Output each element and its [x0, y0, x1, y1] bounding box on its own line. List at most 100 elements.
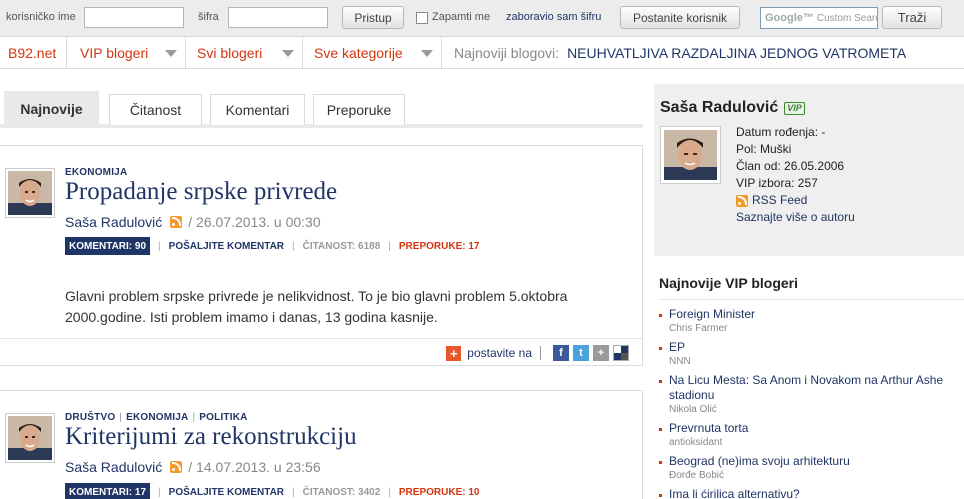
portrait-image: [664, 130, 717, 180]
blog-author[interactable]: Nikola Olić: [669, 403, 959, 417]
chevron-down-icon[interactable]: [421, 50, 433, 57]
author-name: Saša Radulović VIP: [660, 99, 805, 117]
rss-icon[interactable]: [170, 461, 183, 473]
username-label: korisničko ime: [6, 11, 76, 23]
blog-post: EKONOMIJA Propadanje srpske privrede Saš…: [0, 145, 643, 366]
twitter-icon[interactable]: t: [573, 345, 589, 361]
share-label: postavite na: [467, 346, 532, 360]
vip-bloggers-title: Najnovije VIP blogeri: [659, 275, 799, 291]
recommend-count[interactable]: PREPORUKE: 17: [399, 241, 480, 252]
category-link[interactable]: EKONOMIJA: [126, 412, 188, 423]
birth-date: Datum rođenja: -: [736, 125, 826, 139]
nav-item-svi-blogeri[interactable]: Svi blogeri: [186, 37, 303, 69]
username-input[interactable]: [84, 7, 184, 28]
category-link[interactable]: EKONOMIJA: [65, 167, 127, 178]
nav-item-label: Sve kategorije: [314, 45, 403, 61]
send-comment-link[interactable]: POŠALJITE KOMENTAR: [169, 487, 284, 498]
blog-title-link[interactable]: Foreign Minister: [669, 307, 959, 322]
rss-feed-link[interactable]: RSS Feed: [736, 192, 855, 209]
comments-count[interactable]: KOMENTARI: 90: [65, 237, 151, 255]
reads-count: ČITANOST: 6188: [302, 240, 381, 252]
chevron-down-icon[interactable]: [165, 50, 177, 57]
category-link[interactable]: POLITIKA: [199, 412, 247, 423]
post-date: / 26.07.2013. u 00:30: [188, 214, 321, 230]
search-placeholder: Custom Search: [816, 12, 877, 24]
register-button[interactable]: Postanite korisnik: [620, 6, 740, 29]
nav-item-b92[interactable]: B92.net: [0, 37, 67, 69]
recommend-count[interactable]: PREPORUKE: 10: [399, 487, 480, 498]
nav-item-sve-kategorije[interactable]: Sve kategorije: [303, 37, 442, 69]
about-author-link[interactable]: Saznajte više o autoru: [736, 210, 855, 224]
member-since: Član od: 26.05.2006: [736, 159, 845, 173]
post-date: / 14.07.2013. u 23:56: [188, 459, 321, 475]
login-bar: korisničko ime šifra Pristup Zapamti me …: [0, 0, 964, 37]
login-button[interactable]: Pristup: [342, 6, 404, 29]
rss-icon[interactable]: [170, 216, 183, 228]
post-title[interactable]: Kriterijumi za rekonstrukciju: [65, 423, 357, 451]
search-button[interactable]: Traži: [882, 6, 942, 29]
author-name-text[interactable]: Saša Radulović: [660, 99, 778, 117]
tab-najnovije[interactable]: Najnovije: [4, 91, 99, 125]
rss-icon: [736, 194, 748, 207]
password-label: šifra: [198, 11, 219, 23]
nav-item-label: VIP blogeri: [80, 45, 149, 61]
blog-title-link[interactable]: Na Licu Mesta: Sa Anom i Novakom na Arth…: [669, 373, 959, 403]
search-input[interactable]: Google™ Custom Search: [760, 7, 878, 29]
author-link[interactable]: Saša Radulović: [65, 214, 162, 230]
blog-author[interactable]: Đorđe Bobić: [669, 469, 959, 483]
latest-blogs-label: Najnoviji blogovi:: [454, 45, 560, 61]
blog-author[interactable]: NNN: [669, 355, 959, 369]
blog-author[interactable]: antioksidant: [669, 436, 959, 450]
author-avatar[interactable]: [5, 413, 55, 463]
post-excerpt: Glavni problem srpske privrede je nelikv…: [65, 288, 568, 325]
blog-title-link[interactable]: Prevrnuta torta: [669, 421, 959, 436]
list-item: EP NNN: [659, 340, 959, 369]
tab-citanost[interactable]: Čitanost: [109, 94, 202, 125]
rss-feed-label[interactable]: RSS Feed: [752, 192, 807, 209]
send-comment-link[interactable]: POŠALJITE KOMENTAR: [169, 241, 284, 252]
blog-title-link[interactable]: EP: [669, 340, 959, 355]
post-byline: Saša Radulović / 14.07.2013. u 23:56: [65, 459, 321, 475]
blog-author[interactable]: Chris Farmer: [669, 322, 959, 336]
author-info: Datum rođenja: - Pol: Muški Član od: 26.…: [736, 124, 855, 226]
author-avatar[interactable]: [5, 168, 55, 218]
facebook-icon[interactable]: f: [553, 345, 569, 361]
list-item: Prevrnuta torta antioksidant: [659, 421, 959, 450]
list-item: Ima li ćirilica alternativu?: [659, 487, 959, 499]
reads-count: ČITANOST: 3402: [302, 486, 381, 498]
post-footer: + postavite na f t +: [0, 338, 643, 366]
list-item: Na Licu Mesta: Sa Anom i Novakom na Arth…: [659, 373, 959, 417]
blog-title-link[interactable]: Ima li ćirilica alternativu?: [669, 487, 959, 499]
comments-count[interactable]: KOMENTARI: 17: [65, 483, 151, 499]
post-meta: KOMENTARI: 90 | POŠALJITE KOMENTAR | ČIT…: [65, 237, 479, 255]
post-title[interactable]: Propadanje srpske privrede: [65, 178, 337, 206]
tab-preporuke[interactable]: Preporuke: [313, 94, 405, 125]
google-logo: Google™: [765, 12, 814, 24]
gender: Pol: Muški: [736, 142, 792, 156]
delicious-glyph: [614, 346, 628, 360]
portrait-image: [8, 416, 52, 460]
latest-blog-link[interactable]: NEUHVATLJIVA RAZDALJINA JEDNOG VATROMETA: [567, 45, 906, 61]
author-sidebar: Saša Radulović VIP Datum rođenja: - Pol:…: [654, 84, 964, 499]
remember-checkbox[interactable]: [416, 12, 428, 24]
author-link[interactable]: Saša Radulović: [65, 459, 162, 475]
password-input[interactable]: [228, 7, 328, 28]
category-link[interactable]: DRUŠTVO: [65, 412, 115, 423]
forgot-password-link[interactable]: zaboravio sam šifru: [506, 11, 601, 23]
delicious-icon[interactable]: [613, 345, 629, 361]
post-categories: EKONOMIJA: [65, 167, 127, 178]
vip-badge-icon: VIP: [784, 101, 805, 115]
plus-icon[interactable]: +: [446, 345, 462, 361]
remember-label: Zapamti me: [432, 11, 491, 23]
post-byline: Saša Radulović / 26.07.2013. u 00:30: [65, 214, 321, 230]
nav-item-label: Svi blogeri: [197, 45, 263, 61]
blog-title-link[interactable]: Beograd (ne)ima svoju arhitekturu: [669, 454, 959, 469]
nav-item-label: B92.net: [8, 45, 57, 61]
chevron-down-icon[interactable]: [282, 50, 294, 57]
nav-item-vip-blogeri[interactable]: VIP blogeri: [67, 37, 186, 69]
bookmark-icon[interactable]: +: [593, 345, 609, 361]
blog-post: DRUŠTVO | EKONOMIJA | POLITIKA Kriterijumi z…: [0, 390, 643, 499]
latest-blogs: Najnoviji blogovi: NEUHVATLJIVA RAZDALJI…: [454, 37, 906, 69]
tab-komentari[interactable]: Komentari: [210, 94, 305, 125]
vip-choices: VIP izbora: 257: [736, 176, 818, 190]
